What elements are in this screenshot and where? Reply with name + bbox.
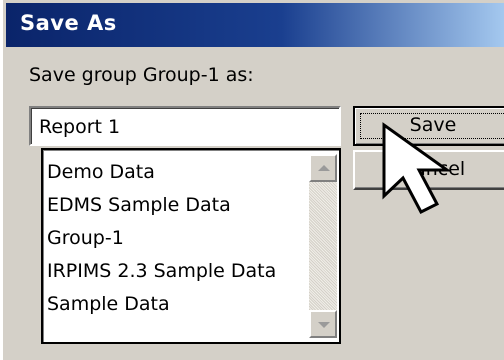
title-bar[interactable]: Save As <box>6 3 504 47</box>
save-prompt-label: Save group Group-1 as: <box>29 64 254 86</box>
list-item[interactable]: Demo Data <box>47 156 276 189</box>
scroll-up-button[interactable] <box>309 154 337 182</box>
save-name-input[interactable]: Report 1 <box>29 106 341 146</box>
list-item[interactable]: IRPIMS 2.3 Sample Data <box>47 255 276 288</box>
dialog-title: Save As <box>20 11 117 35</box>
existing-groups-list[interactable]: Demo Data EDMS Sample Data Group-1 IRPIMS 2… <box>41 148 341 344</box>
scroll-down-button[interactable] <box>309 310 337 338</box>
list-item[interactable]: Sample Data <box>47 288 276 321</box>
save-button-label: Save <box>409 114 457 136</box>
list-scrollbar[interactable] <box>309 154 337 338</box>
list-items-container: Demo Data EDMS Sample Data Group-1 IRPIMS 2… <box>47 156 276 321</box>
list-item[interactable]: Group-1 <box>47 222 276 255</box>
save-button[interactable]: Save <box>353 106 504 146</box>
scroll-up-arrow-icon <box>318 165 330 171</box>
list-item[interactable]: EDMS Sample Data <box>47 189 276 222</box>
scroll-down-arrow-icon <box>318 322 330 328</box>
cancel-button[interactable]: Cancel <box>353 150 504 190</box>
save-as-dialog: Save As Save group Group-1 as: Report 1 … <box>0 0 504 360</box>
